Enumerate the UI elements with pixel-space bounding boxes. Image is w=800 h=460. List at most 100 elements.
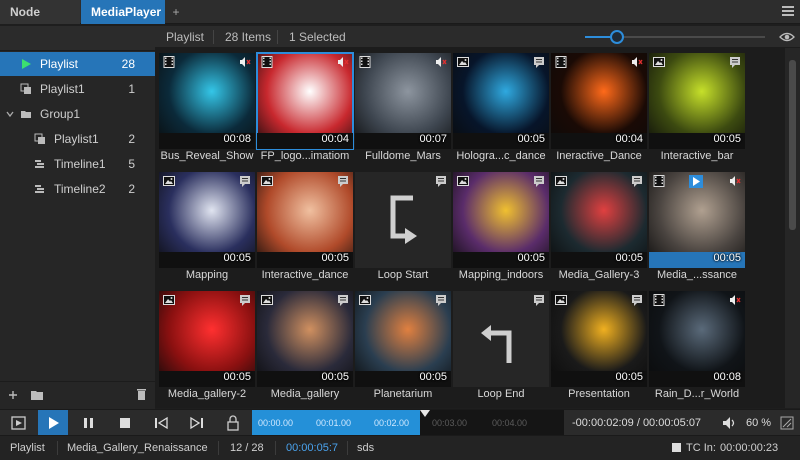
add-tab-button[interactable]: +	[165, 0, 187, 24]
media-thumbnail: 00:05	[453, 53, 549, 149]
comment-icon	[435, 294, 447, 306]
items-count: 28 Items	[225, 30, 272, 44]
playhead[interactable]	[420, 410, 430, 417]
media-tile[interactable]: Loop Start	[355, 172, 451, 284]
grid-scrollbar[interactable]	[785, 48, 800, 408]
media-tile[interactable]: Loop End	[453, 291, 549, 403]
media-thumbnail: 00:08	[159, 53, 255, 149]
image-icon	[555, 294, 567, 306]
next-icon[interactable]	[182, 410, 212, 436]
media-thumbnail: 00:05	[257, 291, 353, 387]
sidebar-item-count: 28	[121, 57, 135, 71]
media-name: Media_Gallery-3	[558, 269, 640, 281]
media-thumbnail: 00:05	[355, 291, 451, 387]
media-duration: 00:05	[615, 252, 643, 264]
eye-icon[interactable]	[779, 31, 795, 43]
media-tile[interactable]: 00:08 Rain_D...r_World	[649, 291, 745, 403]
timeline-marker: 00:00.00	[258, 418, 294, 428]
stop-icon[interactable]	[110, 410, 140, 436]
media-thumbnail: 00:05	[159, 291, 255, 387]
play-icon[interactable]	[38, 410, 68, 436]
image-icon	[359, 294, 371, 306]
media-name: Loop End	[477, 388, 525, 400]
media-tile[interactable]: 00:05 Interactive_bar	[649, 53, 745, 165]
mute-icon	[729, 294, 741, 306]
thumbnail-size-slider[interactable]	[585, 30, 765, 44]
media-tile[interactable]: 00:05 Planetarium	[355, 291, 451, 403]
separator	[275, 441, 276, 455]
media-name: Rain_D...r_World	[654, 388, 740, 400]
image-icon	[163, 175, 175, 187]
chevron-down-icon[interactable]	[6, 108, 14, 120]
menu-icon[interactable]	[782, 6, 794, 16]
media-name: Hologra...c_dance	[456, 150, 546, 162]
media-tile[interactable]: 00:05 Presentation	[551, 291, 647, 403]
video-icon	[163, 56, 175, 68]
volume-level: 60 %	[746, 417, 772, 429]
media-duration: 00:05	[713, 133, 741, 145]
image-icon	[261, 175, 273, 187]
tab-node-graph[interactable]: Node Graph	[0, 0, 80, 43]
sidebar-item-playlist1[interactable]: Playlist1 1	[0, 77, 155, 101]
media-thumbnail: 00:05	[649, 53, 745, 149]
mute-icon	[631, 56, 643, 68]
media-tile[interactable]: 00:07 Fulldome_Mars	[355, 53, 451, 165]
sidebar-item-playlist[interactable]: Playlist 28	[0, 52, 155, 76]
previous-icon[interactable]	[146, 410, 176, 436]
media-tile[interactable]: 00:05 Media_gallery-2	[159, 291, 255, 403]
playlist-icon	[20, 83, 31, 94]
image-icon	[261, 294, 273, 306]
media-tile[interactable]: 00:05 Hologra...c_dance	[453, 53, 549, 165]
tc-in-value: 00:00:00:23	[720, 442, 779, 454]
slider-handle[interactable]	[610, 30, 625, 44]
sidebar-item-label: Playlist	[40, 57, 79, 71]
media-tile[interactable]: 00:05 Media_Gallery-3	[551, 172, 647, 284]
play-from-start-icon[interactable]	[4, 410, 34, 436]
video-icon	[653, 294, 665, 306]
timeline-scrubber[interactable]: 00:00.00 00:01.00 00:02.00 00:03.00 00:0…	[252, 410, 564, 436]
comment-icon	[239, 294, 251, 306]
sidebar-item-label: Playlist1	[54, 132, 99, 146]
status-duration: 00:00:05:7	[286, 442, 338, 454]
media-tile[interactable]: 00:04 FP_logo...imatiom	[256, 52, 354, 165]
status-bar: Playlist Media_Gallery_Renaissance 12 / …	[0, 435, 800, 460]
trash-icon[interactable]	[136, 388, 147, 401]
media-duration: 00:05	[223, 371, 251, 383]
media-tile[interactable]: 00:04 Ineractive_Dance	[551, 53, 647, 165]
sidebar-item-timeline1[interactable]: Timeline1 5	[0, 152, 155, 176]
media-tile[interactable]: 00:05 Mapping_indoors	[453, 172, 549, 284]
pause-icon[interactable]	[74, 410, 104, 436]
scrollbar-thumb[interactable]	[789, 60, 796, 230]
media-tile[interactable]: 00:08 Bus_Reveal_Show	[159, 53, 255, 165]
media-name: Media_gallery	[270, 388, 340, 400]
media-tile[interactable]: 00:05 Media_gallery	[257, 291, 353, 403]
separator	[347, 441, 348, 455]
resize-icon[interactable]	[780, 416, 794, 430]
media-tile[interactable]: 00:05 Interactive_dance	[257, 172, 353, 284]
add-item-icon[interactable]	[8, 390, 18, 400]
timeline-marker: 00:02.00	[374, 418, 410, 428]
comment-icon	[533, 294, 545, 306]
video-icon	[555, 56, 567, 68]
volume-icon[interactable]	[722, 416, 738, 430]
comment-icon	[239, 175, 251, 187]
sidebar-item-timeline2[interactable]: Timeline2 2	[0, 177, 155, 201]
folder-icon	[21, 111, 31, 118]
add-folder-icon[interactable]	[30, 389, 44, 401]
lock-icon[interactable]	[218, 410, 248, 436]
media-thumbnail: 00:05	[551, 172, 647, 268]
transport-bar: 00:00.00 00:01.00 00:02.00 00:03.00 00:0…	[0, 409, 800, 436]
media-duration: 00:05	[713, 252, 741, 264]
sidebar-item-group1-playlist1[interactable]: Playlist1 2	[0, 127, 155, 151]
media-tile[interactable]: 00:05 Mapping	[159, 172, 255, 284]
status-playlist: Playlist	[10, 442, 45, 454]
sidebar-item-label: Playlist1	[40, 82, 85, 96]
comment-icon	[631, 175, 643, 187]
media-tile[interactable]: 00:05 Media_...ssance	[649, 172, 745, 284]
sidebar-item-group1[interactable]: Group1	[0, 102, 155, 126]
media-thumbnail: 00:07	[355, 53, 451, 149]
separator	[213, 30, 214, 44]
image-icon	[163, 294, 175, 306]
tab-media-player[interactable]: MediaPlayer	[81, 0, 165, 24]
status-note: sds	[357, 442, 375, 454]
